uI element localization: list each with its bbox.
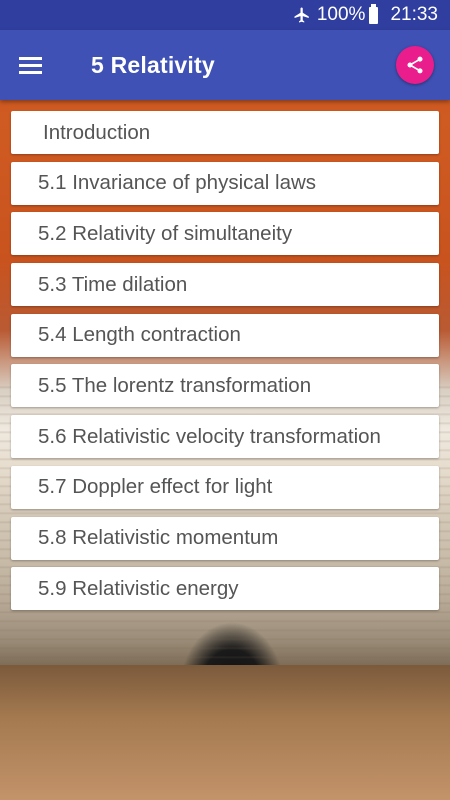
list-item-5-3[interactable]: 5.3 Time dilation <box>11 263 439 307</box>
battery-icon <box>369 3 379 24</box>
list-item-label: 5.9 Relativistic energy <box>38 576 239 600</box>
list-item-5-2[interactable]: 5.2 Relativity of simultaneity <box>11 212 439 256</box>
app-screen: 100% 21:33 5 Relativity Introduction 5.1… <box>0 0 450 800</box>
list-item-5-1[interactable]: 5.1 Invariance of physical laws <box>11 161 439 205</box>
list-item-label: 5.3 Time dilation <box>38 272 188 296</box>
list-item-label: 5.1 Invariance of physical laws <box>38 171 317 195</box>
airplane-icon <box>293 6 311 24</box>
list-item-5-9[interactable]: 5.9 Relativistic energy <box>11 567 439 611</box>
list-item-label: Introduction <box>43 120 151 144</box>
list-item-5-4[interactable]: 5.4 Length contraction <box>11 313 439 357</box>
list-item-introduction[interactable]: Introduction <box>11 111 439 154</box>
status-bar: 100% 21:33 <box>0 0 450 30</box>
app-bar: 5 Relativity <box>0 30 450 100</box>
wooden-table-texture <box>0 665 450 800</box>
list-item-label: 5.6 Relativistic velocity transformation <box>38 424 381 448</box>
page-title: 5 Relativity <box>91 51 215 78</box>
list-item-5-8[interactable]: 5.8 Relativistic momentum <box>11 516 439 560</box>
list-item-label: 5.4 Length contraction <box>38 323 241 347</box>
list-item-label: 5.2 Relativity of simultaneity <box>38 221 293 245</box>
share-icon <box>407 56 423 74</box>
hamburger-menu-icon[interactable] <box>0 30 60 100</box>
list-item-5-6[interactable]: 5.6 Relativistic velocity transformation <box>11 415 439 459</box>
list-item-5-5[interactable]: 5.5 The lorentz transformation <box>11 364 439 408</box>
battery-percent: 100% <box>316 4 366 25</box>
list-item-5-7[interactable]: 5.7 Doppler effect for light <box>11 465 439 509</box>
list-item-label: 5.5 The lorentz transformation <box>38 373 312 397</box>
list-item-label: 5.8 Relativistic momentum <box>38 526 279 549</box>
share-button[interactable] <box>396 46 434 84</box>
clock: 21:33 <box>390 4 438 25</box>
chapter-list: Introduction 5.1 Invariance of physical … <box>11 111 439 618</box>
list-item-label: 5.7 Doppler effect for light <box>38 475 273 499</box>
